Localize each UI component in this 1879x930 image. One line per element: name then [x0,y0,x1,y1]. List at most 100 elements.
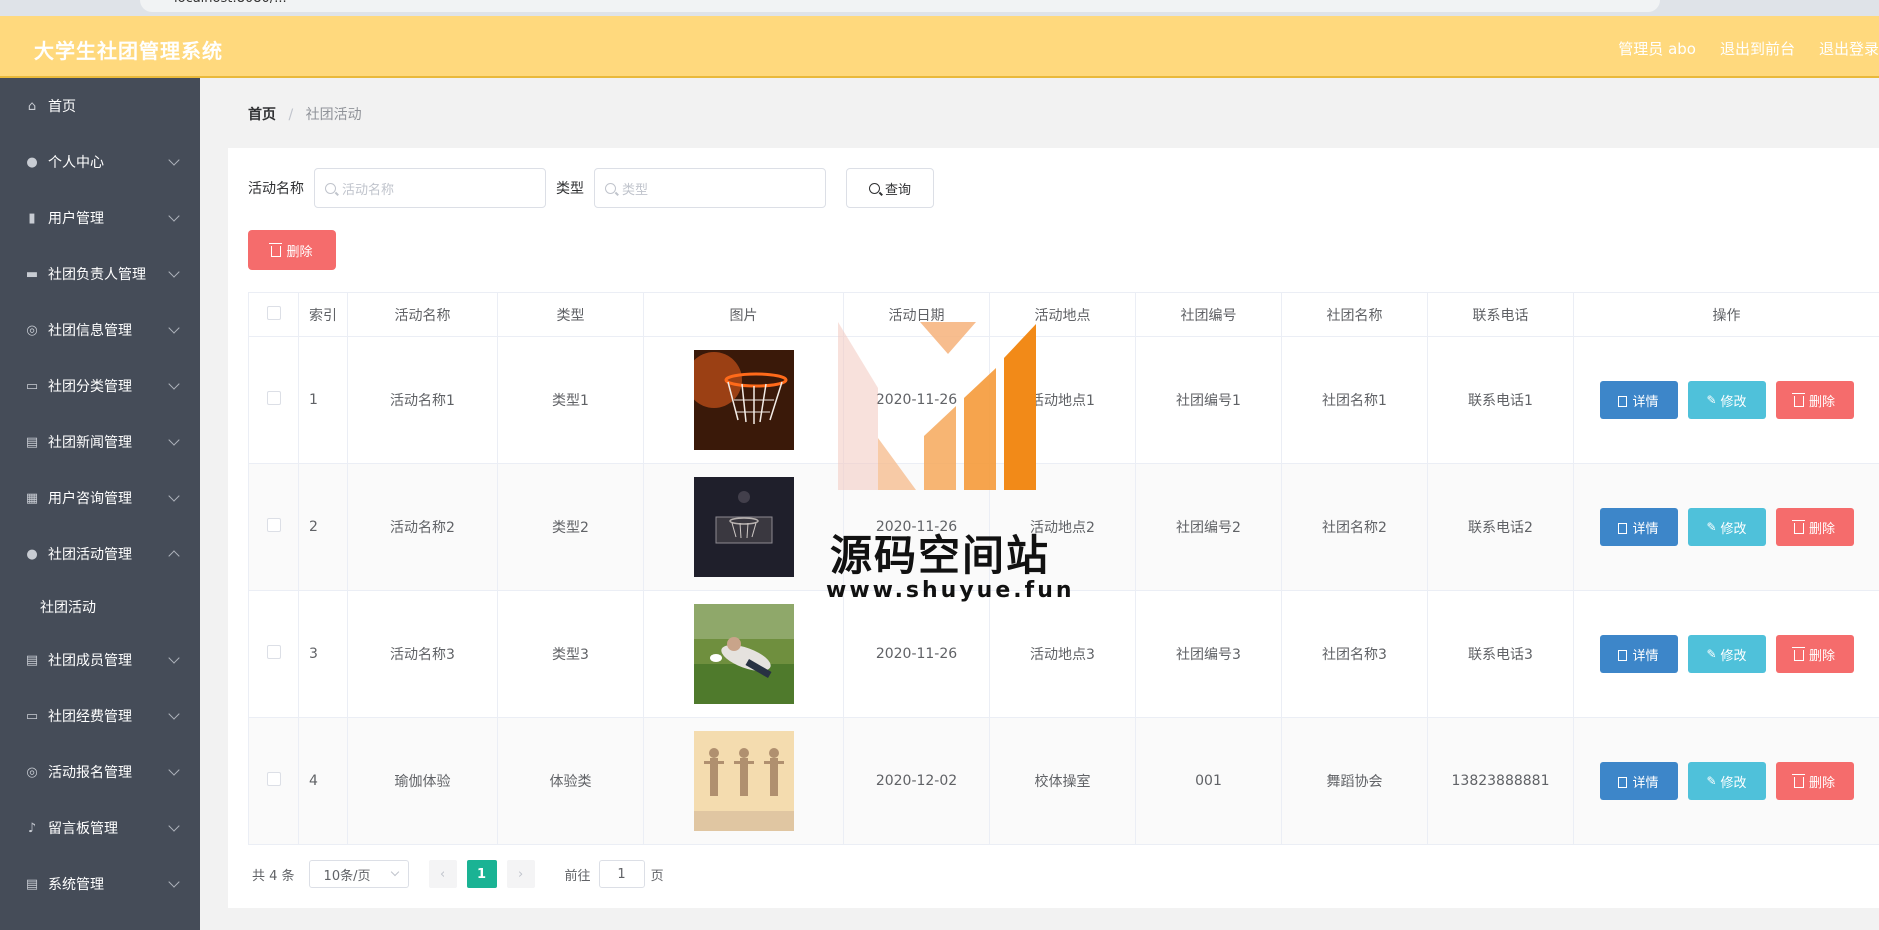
watermark-text: 源码空间站 [830,531,1051,580]
cell-club-name: 社团名称1 [1281,336,1428,464]
sidebar-item-club-category[interactable]: ▭ 社团分类管理 [0,358,200,414]
sidebar-item-signup[interactable]: ◎ 活动报名管理 [0,744,200,800]
chevron-down-icon [168,652,180,664]
delete-button[interactable]: 删除 [1775,381,1854,419]
activity-name-input[interactable]: 活动名称 [314,168,546,208]
edit-button[interactable]: ✎ 修改 [1687,635,1766,673]
checklist-icon: ▤ [25,434,39,450]
sidebar-item-label: 个人中心 [48,155,104,171]
home-icon: ⌂ [27,98,37,114]
sidebar-subitem-activity[interactable]: 社团活动 [0,582,200,632]
edit-button[interactable]: ✎ 修改 [1687,381,1766,419]
sidebar-item-leaders[interactable]: ▬ 社团负责人管理 [0,246,200,302]
address-bar[interactable]: localhost:8080/... [140,0,1660,12]
col-header: 联系电话 [1427,292,1574,337]
select-all-checkbox[interactable] [266,305,281,320]
logout-link[interactable]: 退出登录 [1819,38,1879,59]
row-checkbox[interactable] [266,772,281,786]
detail-button[interactable]: 详情 [1599,508,1678,546]
sidebar-item-label: 系统管理 [48,877,104,893]
trash-icon [269,242,283,257]
chevron-down-icon [168,708,180,720]
row-checkbox[interactable] [266,391,281,405]
cell-index: 3 [298,590,348,718]
delete-button[interactable]: 删除 [1775,762,1854,800]
user-icon: ● [26,546,38,562]
sidebar-item-messages[interactable]: ♪ 留言板管理 [0,800,200,856]
delete-button[interactable]: 删除 [1775,508,1854,546]
cell-club-name: 舞蹈协会 [1281,717,1428,845]
col-header: 活动日期 [843,292,990,337]
breadcrumb-home[interactable]: 首页 [248,107,276,123]
row-actions: 详情 ✎ 修改 删除 [1574,762,1879,800]
page-size-select[interactable]: 10条/页 [308,860,409,888]
compass-icon: ◎ [26,764,38,780]
col-header: 活动名称 [347,292,498,337]
detail-button[interactable]: 详情 [1599,635,1678,673]
sidebar-item-label: 社团新闻管理 [48,435,132,451]
sidebar-item-system[interactable]: ▤ 系统管理 [0,856,200,912]
cell-name: 活动名称1 [347,336,498,464]
detail-button[interactable]: 详情 [1599,381,1678,419]
col-header: 操作 [1573,292,1879,337]
monitor-icon: ▭ [25,378,39,394]
chevron-down-icon [168,876,180,888]
edit-button[interactable]: ✎ 修改 [1687,762,1766,800]
type-input[interactable]: 类型 [594,168,826,208]
next-page-button[interactable]: › [506,860,535,888]
goto-page-input[interactable]: 1 [598,860,645,888]
detail-label: 详情 [1632,775,1659,791]
sidebar-item-members[interactable]: ▤ 社团成员管理 [0,632,200,688]
search-icon [868,182,880,194]
cell-place: 活动地点1 [989,336,1136,464]
chevron-down-icon [390,867,399,877]
briefcase-icon: ▬ [25,266,39,282]
row-checkbox[interactable] [266,645,281,659]
cell-name: 活动名称2 [347,463,498,591]
batch-delete-button[interactable]: 删除 [248,230,336,270]
sidebar-item-home[interactable]: ⌂ 首页 [0,78,200,134]
sidebar-item-club-news[interactable]: ▤ 社团新闻管理 [0,414,200,470]
query-button-label: 查询 [884,182,911,198]
total-count: 共 4 条 [252,868,295,884]
select-all-cell[interactable] [248,292,299,337]
row-checkbox[interactable] [266,518,281,532]
activity-image [693,350,794,450]
chevron-down-icon [168,210,180,222]
col-header: 社团编号 [1135,292,1282,337]
chevron-left-icon: ‹ [439,866,446,882]
sidebar-item-club-info[interactable]: ◎ 社团信息管理 [0,302,200,358]
cell-place: 校体操室 [989,717,1136,845]
type-placeholder: 类型 [622,182,649,198]
edit-label: 修改 [1720,775,1747,791]
search-icon [605,182,616,194]
activity-image [693,731,794,831]
sidebar-item-consult[interactable]: ▦ 用户咨询管理 [0,470,200,526]
sidebar-item-funds[interactable]: ▭ 社团经费管理 [0,688,200,744]
sidebar-item-users[interactable]: ▮ 用户管理 [0,190,200,246]
cell-type: 类型3 [497,590,644,718]
table-row: 2 活动名称2 类型2 2020-11-26 活动地点2 社团编号2 社团名称2… [248,463,1879,591]
row-actions: 详情 ✎ 修改 删除 [1574,508,1879,546]
cell-club-no: 社团编号3 [1135,590,1282,718]
sidebar-item-personal[interactable]: ● 个人中心 [0,134,200,190]
detail-button[interactable]: 详情 [1599,762,1678,800]
search-form: 活动名称 活动名称 类型 类型 查询 [248,168,934,208]
list-icon: ▤ [25,652,39,668]
query-button[interactable]: 查询 [846,168,934,208]
page-number-active[interactable]: 1 [466,860,497,888]
breadcrumb-separator: / [288,107,294,123]
page-suffix: 页 [650,868,664,884]
delete-label: 删除 [1808,521,1835,537]
edit-label: 修改 [1720,394,1747,410]
prev-page-button[interactable]: ‹ [428,860,457,888]
sidebar: ⌂ 首页 ● 个人中心 ▮ 用户管理 ▬ 社团负责人管理 ◎ 社团信息管理 ▭ … [0,78,200,930]
sidebar-item-activities[interactable]: ● 社团活动管理 [0,526,200,582]
app-title: 大学生社团管理系统 [34,39,223,63]
front-link[interactable]: 退出到前台 [1720,38,1795,59]
sidebar-item-label: 社团经费管理 [48,709,132,725]
edit-button[interactable]: ✎ 修改 [1687,508,1766,546]
type-label: 类型 [556,181,584,197]
checklist-icon: ▤ [25,876,39,892]
delete-button[interactable]: 删除 [1775,635,1854,673]
